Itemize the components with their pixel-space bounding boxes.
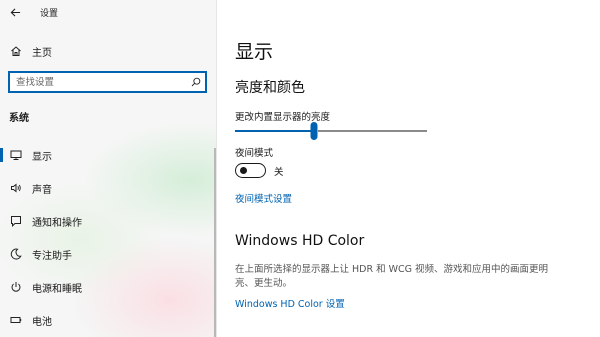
sidebar: 设置 主页 系统 显示 声音 <box>0 0 217 337</box>
sidebar-item-notifications[interactable]: 通知和操作 <box>0 208 214 234</box>
sidebar-item-label: 电源和睡眠 <box>32 283 82 295</box>
night-mode-label: 夜间模式 <box>235 148 274 159</box>
search-box[interactable] <box>8 71 207 93</box>
slider-track-empty <box>318 130 427 132</box>
brightness-slider[interactable] <box>235 121 427 141</box>
home-icon <box>9 44 23 58</box>
night-mode-state: 关 <box>274 166 284 178</box>
window-title: 设置 <box>40 8 59 19</box>
speaker-icon <box>9 181 23 195</box>
main-content: 显示 亮度和颜色 更改内置显示器的亮度 夜间模式 关 夜间模式设置 Window… <box>217 0 600 337</box>
battery-icon <box>9 313 23 327</box>
back-button[interactable] <box>0 0 30 24</box>
hd-color-description: 在上面所选择的显示器上让 HDR 和 WCG 视频、游戏和应用中的画面更明亮、更… <box>235 264 549 289</box>
sidebar-item-label: 显示 <box>32 151 52 163</box>
sidebar-item-focus-assist[interactable]: 专注助手 <box>0 241 214 267</box>
hd-color-settings-link[interactable]: Windows HD Color 设置 <box>235 296 345 310</box>
section-label: 系统 <box>9 113 29 124</box>
settings-window: 设置 主页 系统 显示 声音 <box>0 0 600 337</box>
sidebar-item-label: 电池 <box>32 316 52 328</box>
search-icon[interactable] <box>187 73 205 91</box>
page-title: 显示 <box>235 41 274 63</box>
brightness-color-heading: 亮度和颜色 <box>235 80 305 96</box>
monitor-icon <box>9 148 23 162</box>
sidebar-item-sound[interactable]: 声音 <box>0 175 214 201</box>
night-mode-settings-link[interactable]: 夜间模式设置 <box>235 191 292 205</box>
slider-thumb[interactable] <box>310 122 318 140</box>
night-mode-toggle-row: 关 <box>235 163 284 178</box>
slider-track-filled <box>235 130 314 132</box>
hd-color-heading: Windows HD Color <box>235 233 365 249</box>
sidebar-item-display[interactable]: 显示 <box>0 142 214 168</box>
sidebar-item-label: 专注助手 <box>32 250 72 262</box>
sidebar-item-home[interactable]: 主页 <box>0 38 214 64</box>
sidebar-item-label: 主页 <box>32 47 52 59</box>
moon-icon <box>9 247 23 261</box>
sidebar-item-battery[interactable]: 电池 <box>0 307 214 333</box>
back-arrow-icon <box>10 7 20 17</box>
notification-icon <box>9 214 23 228</box>
sidebar-scrollbar[interactable] <box>214 148 216 337</box>
night-mode-toggle[interactable] <box>235 163 266 178</box>
sidebar-item-label: 声音 <box>32 184 52 196</box>
toggle-knob <box>240 166 247 174</box>
sidebar-item-label: 通知和操作 <box>32 217 82 229</box>
title-bar: 设置 <box>0 0 217 24</box>
search-input[interactable] <box>10 73 187 91</box>
sidebar-item-power-sleep[interactable]: 电源和睡眠 <box>0 274 214 300</box>
power-icon <box>9 280 23 294</box>
